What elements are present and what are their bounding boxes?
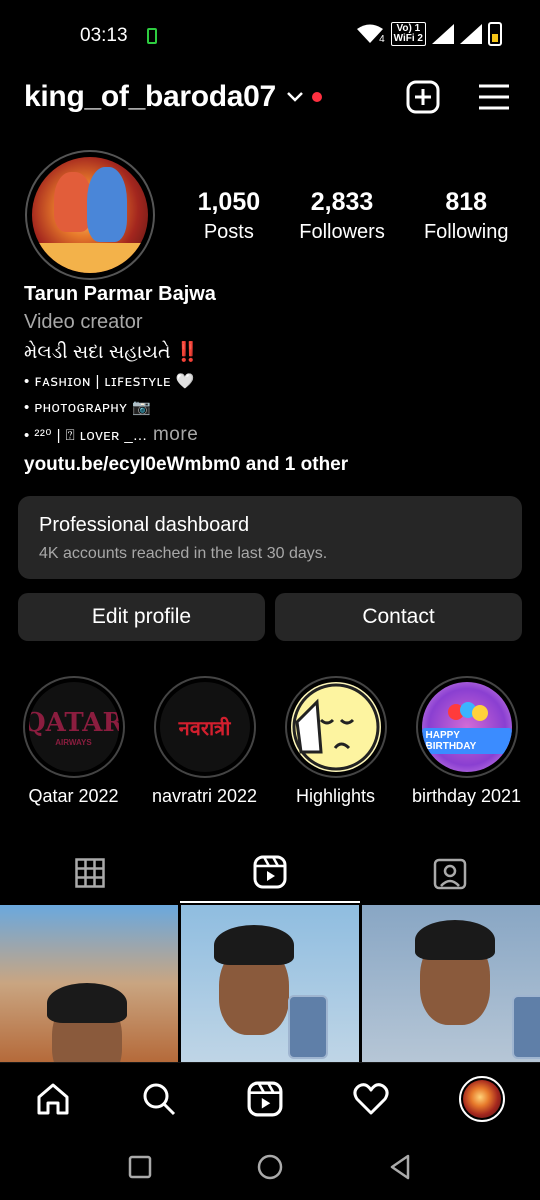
home-circle-icon[interactable] xyxy=(257,1154,283,1180)
tagged-icon xyxy=(433,858,467,890)
highlight-highlights[interactable]: Highlights xyxy=(276,676,396,807)
tab-tagged[interactable] xyxy=(360,843,540,903)
menu-icon[interactable] xyxy=(478,83,510,111)
tab-grid[interactable] xyxy=(0,843,180,903)
followers-label: Followers xyxy=(299,221,385,243)
reel-thumbnail[interactable] xyxy=(181,905,359,1062)
signal-icon xyxy=(432,24,454,44)
bio-line-1: મેલડી સદા સહાયતે ‼️ xyxy=(24,342,200,363)
reel-thumbnail[interactable] xyxy=(0,905,178,1062)
network-badge: Vo) 1 WiFi 2 xyxy=(390,22,426,46)
professional-dashboard[interactable]: Professional dashboard 4K accounts reach… xyxy=(18,496,522,579)
status-icons: 4 Vo) 1 WiFi 2 xyxy=(357,22,502,46)
recents-icon[interactable] xyxy=(128,1155,152,1179)
profile-avatar[interactable] xyxy=(25,150,155,280)
network-label-2: WiFi 2 xyxy=(393,33,423,44)
notification-dot xyxy=(311,92,322,102)
status-time: 03:13 xyxy=(80,25,128,46)
more-link[interactable]: more xyxy=(147,424,198,445)
profile-actions: Edit profile Contact xyxy=(18,593,522,641)
posts-label: Posts xyxy=(203,221,254,243)
username[interactable]: king_of_baroda07 xyxy=(24,80,276,114)
qatar-logo-text: QATAR xyxy=(28,707,119,738)
battery-saver-icon xyxy=(147,28,157,44)
bio-line-4: • ²²⁰ | ⍰ ʟᴏᴠᴇʀ _... more xyxy=(24,424,524,446)
signal-icon-2 xyxy=(460,24,482,44)
bio-link[interactable]: youtu.be/ecyI0eWmbm0 and 1 other xyxy=(24,454,524,476)
lte-label: 4 xyxy=(379,33,385,45)
followers-count: 2,833 xyxy=(310,188,374,216)
status-bar: 03:13 4 Vo) 1 WiFi 2 xyxy=(0,0,540,70)
dashboard-title: Professional dashboard xyxy=(39,514,250,536)
dashboard-subtitle: 4K accounts reached in the last 30 days. xyxy=(39,545,328,562)
reels-icon xyxy=(253,855,287,889)
following-label: Following xyxy=(423,221,509,243)
bio-line-4-text: • ²²⁰ | ⍰ ʟᴏᴠᴇʀ _... xyxy=(24,427,148,444)
content-tabs xyxy=(0,843,540,903)
followers-stat[interactable]: 2,833 Followers xyxy=(299,188,385,244)
story-highlights: QATAR AIRWAYS Qatar 2022 नवरात्री navratr… xyxy=(0,676,540,807)
qatar-logo-sub: AIRWAYS xyxy=(55,737,92,747)
back-icon[interactable] xyxy=(388,1154,412,1180)
search-icon[interactable] xyxy=(141,1081,177,1117)
display-name: Tarun Parmar Bajwa xyxy=(24,283,216,305)
tab-reels[interactable] xyxy=(180,843,360,903)
highlight-label: Highlights xyxy=(295,786,376,806)
contact-button[interactable]: Contact xyxy=(275,593,522,641)
highlight-birthday[interactable]: HAPPY BIRTHDAY birthday 2021 xyxy=(407,676,527,807)
bio-line-2: • ꜰᴀꜱʜɪᴏɴ | ʟɪꜰᴇꜱᴛʏʟᴇ 🤍 xyxy=(24,373,195,390)
highlight-label: navratri 2022 xyxy=(151,786,258,806)
balloons-icon xyxy=(447,702,488,721)
birthday-image: HAPPY BIRTHDAY xyxy=(421,682,512,772)
posts-count: 1,050 xyxy=(197,188,261,216)
reels-icon[interactable] xyxy=(247,1081,283,1117)
highlight-label: birthday 2021 xyxy=(411,786,522,806)
navratri-logo: नवरात्री xyxy=(159,682,250,772)
highlight-navratri[interactable]: नवरात्री navratri 2022 xyxy=(145,676,265,807)
bio-line-3: • ᴘʜᴏᴛᴏɢʀᴀᴘʜʏ 📷 xyxy=(24,399,152,416)
qatar-logo: QATAR AIRWAYS xyxy=(28,682,119,772)
system-navigation xyxy=(0,1134,540,1200)
bottom-navigation xyxy=(0,1062,540,1134)
reel-thumbnail[interactable] xyxy=(362,905,540,1062)
heart-icon[interactable] xyxy=(353,1082,389,1116)
edit-profile-button[interactable]: Edit profile xyxy=(18,593,265,641)
following-stat[interactable]: 818 Following xyxy=(424,188,508,244)
profile-header: king_of_baroda07 xyxy=(24,75,510,119)
face-palm-emoji-icon xyxy=(290,682,381,772)
profile-stats: 1,050 Posts 2,833 Followers 818 Followin… xyxy=(178,188,528,244)
posts-stat[interactable]: 1,050 Posts xyxy=(198,188,261,244)
following-count: 818 xyxy=(445,188,488,216)
profile-bio: Tarun Parmar Bajwa Video creator મેલડી સ… xyxy=(24,283,524,476)
highlight-label: Qatar 2022 xyxy=(28,786,119,806)
avatar-image xyxy=(32,157,148,273)
battery-icon xyxy=(488,22,502,46)
birthday-text: HAPPY BIRTHDAY xyxy=(421,728,512,754)
highlight-qatar[interactable]: QATAR AIRWAYS Qatar 2022 xyxy=(14,676,134,807)
chevron-down-icon[interactable] xyxy=(286,91,304,103)
new-post-icon[interactable] xyxy=(406,80,440,114)
reels-grid xyxy=(0,905,540,1062)
category-label: Video creator xyxy=(24,311,143,333)
profile-avatar-nav[interactable] xyxy=(459,1075,505,1122)
home-icon[interactable] xyxy=(35,1081,71,1117)
grid-icon xyxy=(75,858,105,888)
